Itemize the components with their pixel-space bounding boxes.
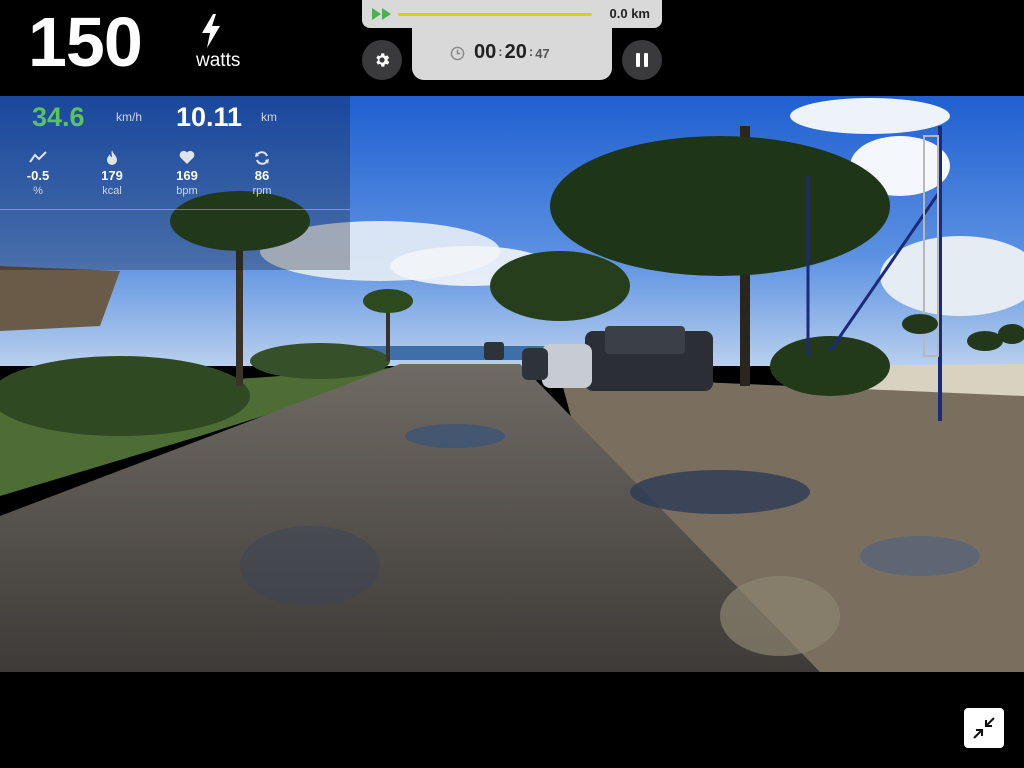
ride-stats-panel: 34.6 km/h 10.11 km -0.5 % 179 kcal 169 b… (0, 96, 350, 270)
gear-icon (376, 53, 390, 67)
timer-minutes: 20 (504, 41, 527, 63)
cadence-value: 86 (254, 168, 270, 183)
grade-metric: -0.5 % (8, 150, 68, 197)
lightning-bolt-icon (202, 14, 220, 48)
timer-separator: : (528, 44, 534, 59)
bottom-bar (0, 672, 1024, 768)
power-unit: watts (196, 50, 241, 71)
cadence-unit: rpm (252, 185, 272, 197)
progress-distance: 0.0 km (609, 6, 650, 21)
timer-text: 00:20:47 (474, 41, 550, 64)
settings-button[interactable] (362, 40, 402, 80)
elevation-icon (29, 151, 47, 163)
grade-value: -0.5 (26, 168, 50, 183)
flame-icon (107, 150, 117, 165)
distance-value: 10.11 (176, 102, 243, 132)
cadence-metric: 86 rpm (232, 150, 292, 197)
timer-seconds: 47 (535, 46, 550, 61)
calories-metric: 179 kcal (82, 150, 142, 197)
heart-rate-unit: bpm (176, 185, 198, 197)
timer-hours: 00 (474, 41, 497, 63)
clock-icon (450, 46, 465, 61)
cadence-icon (255, 151, 269, 165)
elapsed-timer: 00:20:47 (412, 28, 612, 80)
pause-icon (636, 53, 648, 67)
exit-fullscreen-button[interactable] (964, 708, 1004, 748)
speed-unit: km/h (116, 110, 143, 124)
pause-button[interactable] (622, 40, 662, 80)
speed-value: 34.6 (32, 102, 85, 132)
heart-icon (179, 150, 195, 164)
calories-unit: kcal (102, 185, 122, 197)
heart-rate-value: 169 (176, 168, 198, 183)
progress-track (398, 13, 592, 16)
power-value: 150 (28, 3, 143, 81)
calories-value: 179 (101, 168, 123, 183)
stats-divider (0, 209, 350, 210)
fast-forward-icon[interactable] (372, 8, 392, 20)
timer-separator: : (498, 44, 503, 59)
distance-unit: km (261, 110, 277, 124)
collapse-arrows-icon (973, 717, 995, 739)
grade-unit: % (33, 185, 43, 197)
route-progress-bar: 0.0 km (362, 0, 662, 28)
heart-rate-metric: 169 bpm (157, 150, 217, 197)
